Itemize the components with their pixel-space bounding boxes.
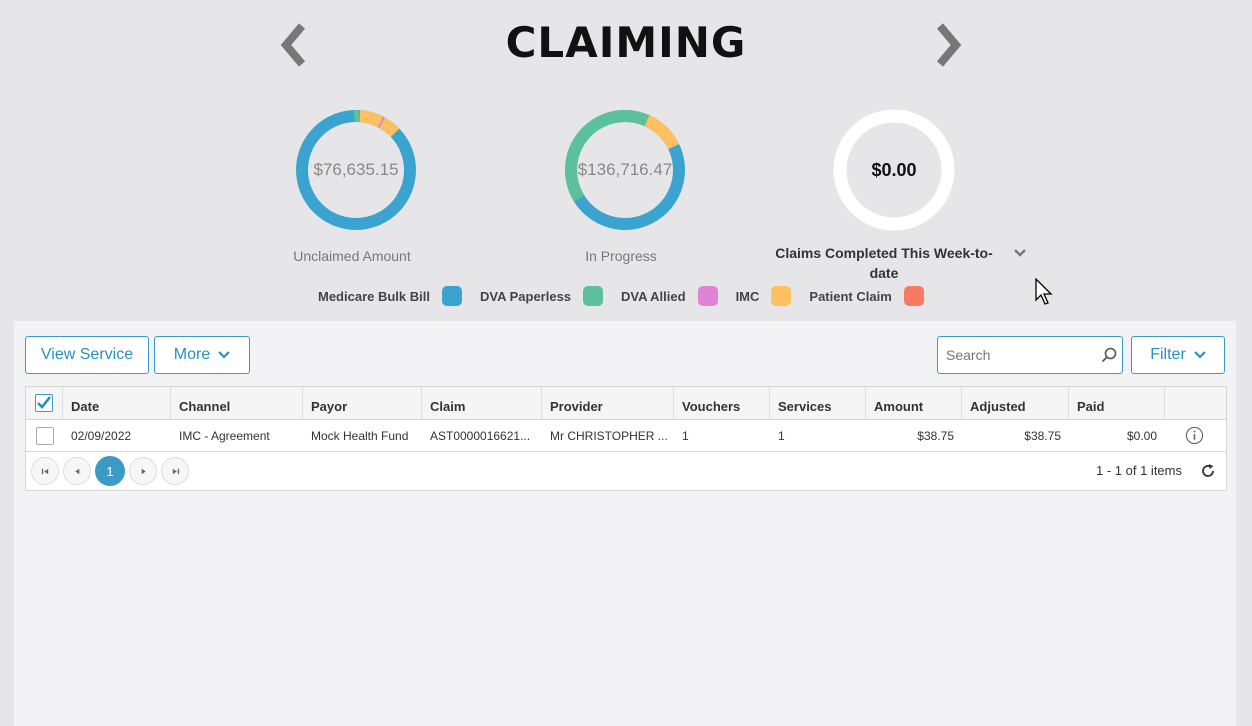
column-header-paid[interactable]: Paid xyxy=(1069,387,1165,419)
search-box[interactable] xyxy=(937,336,1123,374)
checkmark-icon xyxy=(37,396,52,409)
column-header-provider[interactable]: Provider xyxy=(542,387,674,419)
filter-button[interactable]: Filter xyxy=(1131,336,1225,374)
cell-vouchers: 1 xyxy=(682,428,689,443)
cell-channel: IMC - Agreement xyxy=(179,428,270,443)
pager-info: 1 - 1 of 1 items xyxy=(1096,463,1182,478)
column-header-date[interactable]: Date xyxy=(63,387,171,419)
legend-label: IMC xyxy=(735,288,760,304)
previous-page-button[interactable] xyxy=(63,457,91,485)
cursor-icon xyxy=(1035,278,1053,305)
view-service-button[interactable]: View Service xyxy=(25,336,149,374)
column-header-channel[interactable]: Channel xyxy=(171,387,303,419)
column-header-services[interactable]: Services xyxy=(770,387,866,419)
cell-claim: AST0000016621... xyxy=(430,428,531,443)
column-header-amount[interactable]: Amount xyxy=(866,387,962,419)
page-button-current[interactable]: 1 xyxy=(95,456,125,486)
last-page-button[interactable] xyxy=(161,457,189,485)
row-select-cell xyxy=(26,420,63,451)
select-all-cell xyxy=(26,387,63,419)
search-icon[interactable] xyxy=(1100,346,1118,364)
column-header-claim[interactable]: Claim xyxy=(422,387,542,419)
pager: 1 1 - 1 of 1 items xyxy=(26,452,1226,490)
next-page-button[interactable] xyxy=(129,457,157,485)
in-progress-value: $136,716.47 xyxy=(577,160,673,179)
in-progress-donut[interactable]: $136,716.47 xyxy=(555,100,695,240)
chart-legend: Medicare Bulk Bill DVA Paperless DVA All… xyxy=(318,286,942,306)
legend-item-medicare-bulk-bill: Medicare Bulk Bill xyxy=(318,286,462,306)
first-page-button[interactable] xyxy=(31,457,59,485)
legend-swatch xyxy=(441,286,462,306)
column-header-vouchers[interactable]: Vouchers xyxy=(674,387,770,419)
grid-header: Date Channel Payor Claim Provider Vouche… xyxy=(26,387,1226,420)
legend-item-dva-paperless: DVA Paperless xyxy=(479,286,604,306)
in-progress-label: In Progress xyxy=(585,248,657,264)
filter-label: Filter xyxy=(1150,346,1186,363)
search-input[interactable] xyxy=(938,337,1104,373)
legend-swatch xyxy=(903,286,924,306)
last-page-icon xyxy=(172,468,179,474)
cell-info xyxy=(1165,420,1224,451)
view-service-label: View Service xyxy=(40,346,134,363)
legend-item-imc: IMC xyxy=(736,286,792,306)
completed-donut[interactable]: $0.00 xyxy=(824,100,964,240)
unclaimed-amount-label: Unclaimed Amount xyxy=(293,248,411,264)
claims-panel: View Service More Filter Date Channel xyxy=(14,321,1236,726)
legend-swatch xyxy=(583,286,604,306)
column-header-actions xyxy=(1165,387,1224,419)
first-page-icon xyxy=(41,468,48,474)
cell-services: 1 xyxy=(778,428,785,443)
unclaimed-amount-value: $76,635.15 xyxy=(313,160,399,179)
legend-label: DVA Paperless xyxy=(479,288,572,304)
legend-label: Medicare Bulk Bill xyxy=(318,288,430,304)
column-header-payor[interactable]: Payor xyxy=(303,387,422,419)
completed-value: $0.00 xyxy=(871,159,917,180)
info-icon[interactable] xyxy=(1185,426,1204,445)
legend-label: DVA Allied xyxy=(621,288,686,304)
previous-page-icon xyxy=(74,468,79,474)
legend-item-patient-claim: Patient Claim xyxy=(809,286,924,306)
chevron-down-icon[interactable] xyxy=(1012,246,1028,260)
next-page-icon xyxy=(141,468,146,474)
chevron-down-icon xyxy=(1194,351,1206,359)
cell-amount: $38.75 xyxy=(917,428,954,443)
table-row[interactable]: 02/09/2022 IMC - Agreement Mock Health F… xyxy=(26,420,1226,452)
cell-paid: $0.00 xyxy=(1126,428,1157,443)
claims-grid: Date Channel Payor Claim Provider Vouche… xyxy=(25,386,1227,491)
more-label: More xyxy=(173,346,211,363)
legend-label: Patient Claim xyxy=(809,288,892,304)
cell-date: 02/09/2022 xyxy=(71,428,132,443)
select-all-checkbox[interactable] xyxy=(35,394,53,412)
cell-provider-link[interactable]: Mr CHRISTOPHER ... xyxy=(542,420,674,451)
unclaimed-donut[interactable]: $76,635.15 xyxy=(286,100,426,240)
legend-swatch xyxy=(697,286,718,306)
cell-adjusted: $38.75 xyxy=(1024,428,1061,443)
next-arrow-icon[interactable] xyxy=(934,22,964,68)
row-checkbox[interactable] xyxy=(35,426,54,445)
page-title: CLAIMING xyxy=(505,18,747,67)
legend-swatch xyxy=(771,286,792,306)
legend-item-dva-allied: DVA Allied xyxy=(621,286,718,306)
chevron-down-icon xyxy=(218,351,230,359)
completed-period-label: Claims Completed This Week-to-date xyxy=(775,245,993,281)
column-header-adjusted[interactable]: Adjusted xyxy=(962,387,1069,419)
more-button[interactable]: More xyxy=(154,336,250,374)
refresh-icon[interactable] xyxy=(1200,463,1216,479)
cell-payor: Mock Health Fund xyxy=(311,428,409,443)
